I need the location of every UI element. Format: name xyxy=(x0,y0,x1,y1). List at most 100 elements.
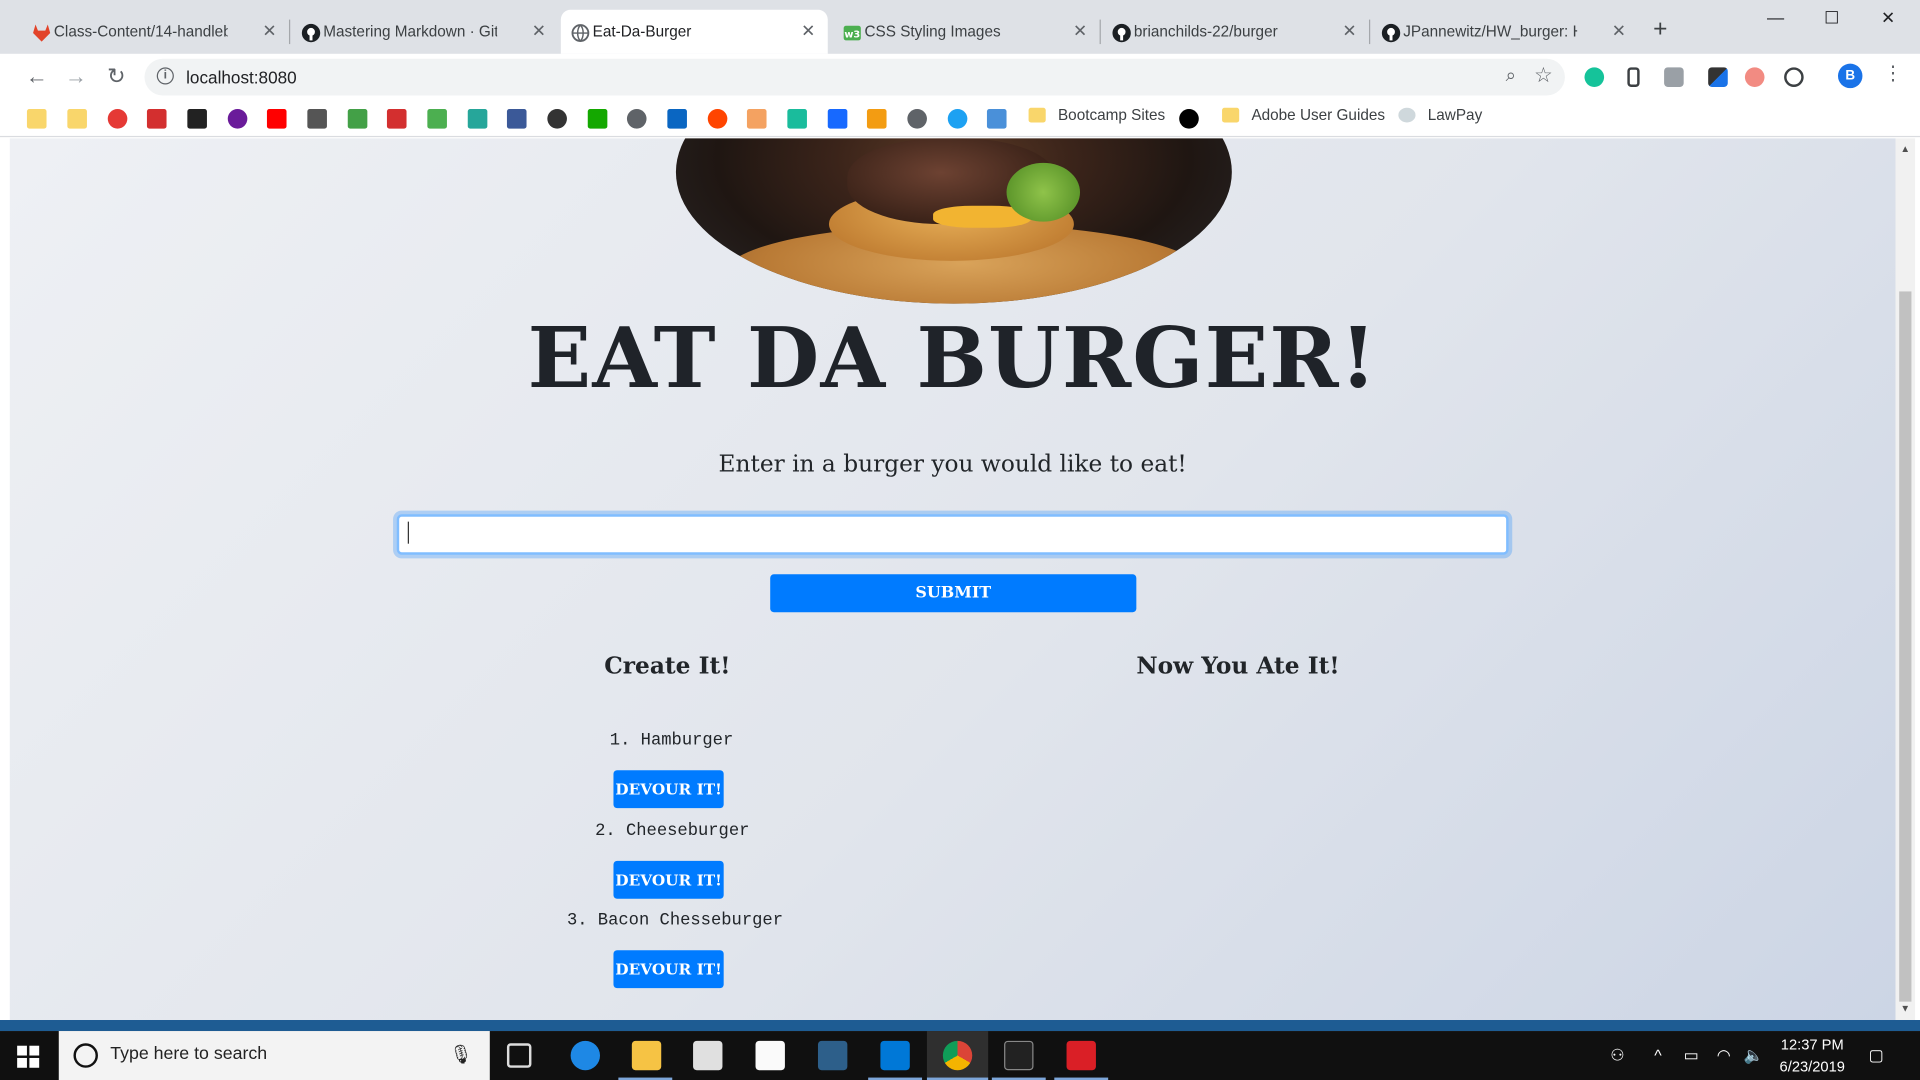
bookmark-icon[interactable] xyxy=(307,108,327,129)
address-bar[interactable]: i localhost:8080 ⌕ ☆ xyxy=(144,58,1565,96)
creative-cloud-icon[interactable] xyxy=(1066,1040,1096,1071)
info-icon[interactable]: i xyxy=(156,67,174,85)
submit-button[interactable]: SUBMIT xyxy=(770,574,1137,613)
close-icon[interactable]: ✕ xyxy=(262,21,276,42)
wifi-icon[interactable]: ◠ xyxy=(1717,1046,1731,1066)
browser-toolbar: ← → ↻ i localhost:8080 ⌕ ☆ xyxy=(0,53,1920,101)
tab-eat-da-burger[interactable]: Eat-Da-Burger ✕ xyxy=(560,9,828,54)
mysql-workbench-icon[interactable] xyxy=(817,1040,848,1071)
facebook-icon[interactable] xyxy=(506,108,527,129)
bookmark-icon[interactable] xyxy=(746,108,767,129)
close-icon[interactable]: ✕ xyxy=(532,21,546,42)
globe-icon xyxy=(571,24,590,42)
behance-icon[interactable] xyxy=(827,108,848,129)
url-text[interactable]: localhost:8080 xyxy=(186,67,297,87)
lawpay-icon xyxy=(1398,107,1416,123)
bookmark-icon[interactable] xyxy=(787,108,807,129)
reddit-icon[interactable] xyxy=(707,108,728,129)
people-icon[interactable]: ⚇ xyxy=(1610,1046,1624,1066)
bookmark-icon[interactable] xyxy=(866,108,887,129)
grammarly-icon[interactable] xyxy=(1584,67,1605,87)
close-window-button[interactable]: ✕ xyxy=(1860,7,1916,28)
bookmark-icon[interactable] xyxy=(986,108,1007,129)
bookmark-folder-icon[interactable] xyxy=(67,108,87,129)
bookmark-star-icon[interactable]: ☆ xyxy=(1534,64,1553,88)
youtube-icon[interactable] xyxy=(266,108,287,129)
tab-jpannewitz-hw-burger[interactable]: JPannewitz/HW_burger: Hom ✕ xyxy=(1371,10,1638,54)
back-button[interactable]: ← xyxy=(22,64,51,88)
taskbar-clock[interactable]: 12:37 PM 6/23/2019 xyxy=(1773,1033,1851,1077)
chrome-icon[interactable] xyxy=(942,1040,973,1071)
bookmark-red-icon[interactable] xyxy=(107,108,128,129)
terminal-icon[interactable] xyxy=(1004,1040,1034,1071)
adobe-icon[interactable] xyxy=(386,108,407,129)
profile-avatar[interactable]: B xyxy=(1837,63,1863,89)
linkedin-icon[interactable] xyxy=(667,108,687,129)
tab-class-content[interactable]: Class-Content/14-handlebars ✕ xyxy=(22,10,289,54)
bookmark-icon[interactable] xyxy=(547,108,567,129)
reload-button[interactable]: ↻ xyxy=(102,64,131,88)
close-icon[interactable]: ✕ xyxy=(1073,21,1087,42)
devour-button[interactable]: DEVOUR IT! xyxy=(613,860,724,899)
chevron-up-icon[interactable]: ^ xyxy=(1654,1046,1661,1064)
bookmark-icon[interactable] xyxy=(187,108,207,129)
camera-icon[interactable] xyxy=(1664,67,1684,87)
store-icon[interactable] xyxy=(755,1040,785,1071)
cortana-icon[interactable] xyxy=(73,1043,98,1068)
edge-icon[interactable] xyxy=(570,1040,601,1071)
gitlab-icon xyxy=(33,24,51,42)
bookmark-folder-adobe[interactable]: Adobe User Guides xyxy=(1222,107,1385,124)
device-mode-icon[interactable] xyxy=(1627,67,1640,87)
close-icon[interactable]: ✕ xyxy=(1612,21,1626,42)
globe-icon[interactable] xyxy=(907,108,927,129)
extension-circle-icon[interactable] xyxy=(1784,67,1804,87)
tab-brianchilds-burger[interactable]: brianchilds-22/burger ✕ xyxy=(1102,10,1369,54)
task-view-icon[interactable] xyxy=(506,1043,532,1068)
file-explorer-icon[interactable] xyxy=(631,1040,662,1071)
globe-icon[interactable] xyxy=(626,108,647,129)
scroll-down-arrow-icon[interactable]: ▼ xyxy=(1900,1003,1910,1014)
close-icon[interactable]: ✕ xyxy=(801,21,815,42)
browser-tab-strip: Class-Content/14-handlebars ✕ Mastering … xyxy=(0,0,1920,54)
volume-icon[interactable]: 🔈 xyxy=(1744,1046,1764,1066)
bookmark-folder-bootcamp[interactable]: Bootcamp Sites xyxy=(1028,107,1165,124)
mail-icon[interactable] xyxy=(693,1040,723,1071)
bookmark-b-icon[interactable] xyxy=(1179,108,1199,129)
bookmark-icon[interactable] xyxy=(347,108,368,129)
burger-list-item: 1. Hamburger xyxy=(609,731,734,751)
bookmark-icon[interactable] xyxy=(467,108,488,129)
bookmark-icon[interactable] xyxy=(146,108,167,129)
battery-icon[interactable]: ▭ xyxy=(1684,1046,1699,1066)
burger-hero-image xyxy=(675,138,1232,304)
bookmark-folder-icon[interactable] xyxy=(26,108,47,129)
maximize-button[interactable]: ☐ xyxy=(1804,7,1860,28)
bookmark-icon[interactable] xyxy=(427,108,447,129)
bookmark-lawpay[interactable]: LawPay xyxy=(1398,107,1482,124)
desktop-screen: Class-Content/14-handlebars ✕ Mastering … xyxy=(0,0,1920,1080)
bookmark-icon[interactable] xyxy=(947,108,968,129)
tab-mastering-markdown[interactable]: Mastering Markdown · GitHub ✕ xyxy=(291,10,558,54)
extension-arrow-icon[interactable] xyxy=(1744,67,1765,87)
peace-icon[interactable] xyxy=(227,108,248,129)
new-tab-button[interactable]: + xyxy=(1653,17,1667,41)
page-scrollbar[interactable]: ▲ ▼ xyxy=(1895,138,1916,1021)
scrollbar-thumb[interactable] xyxy=(1899,291,1912,1002)
zoom-icon[interactable]: ⌕ xyxy=(1506,65,1516,86)
taskbar-search-box[interactable]: Type here to search 🎙 xyxy=(58,1031,490,1080)
clock-date: 6/23/2019 xyxy=(1779,1057,1845,1076)
scroll-up-arrow-icon[interactable]: ▲ xyxy=(1900,143,1910,154)
devour-button[interactable]: DEVOUR IT! xyxy=(613,770,724,809)
windows-start-icon[interactable] xyxy=(17,1045,40,1068)
devour-button[interactable]: DEVOUR IT! xyxy=(613,950,724,989)
menu-icon[interactable]: ⋮ xyxy=(1883,61,1903,85)
upwork-icon[interactable] xyxy=(587,108,608,129)
notifications-icon[interactable]: ▢ xyxy=(1869,1046,1884,1066)
vscode-icon[interactable] xyxy=(880,1040,910,1071)
forward-button[interactable]: → xyxy=(61,64,90,88)
close-icon[interactable]: ✕ xyxy=(1342,21,1356,42)
microphone-icon[interactable]: 🎙 xyxy=(449,1043,472,1065)
w3-icon: w3 xyxy=(843,25,861,41)
minimize-button[interactable]: — xyxy=(1747,7,1803,27)
tab-css-styling-images[interactable]: w3 CSS Styling Images ✕ xyxy=(833,10,1100,54)
eyedropper-icon[interactable] xyxy=(1708,67,1728,87)
